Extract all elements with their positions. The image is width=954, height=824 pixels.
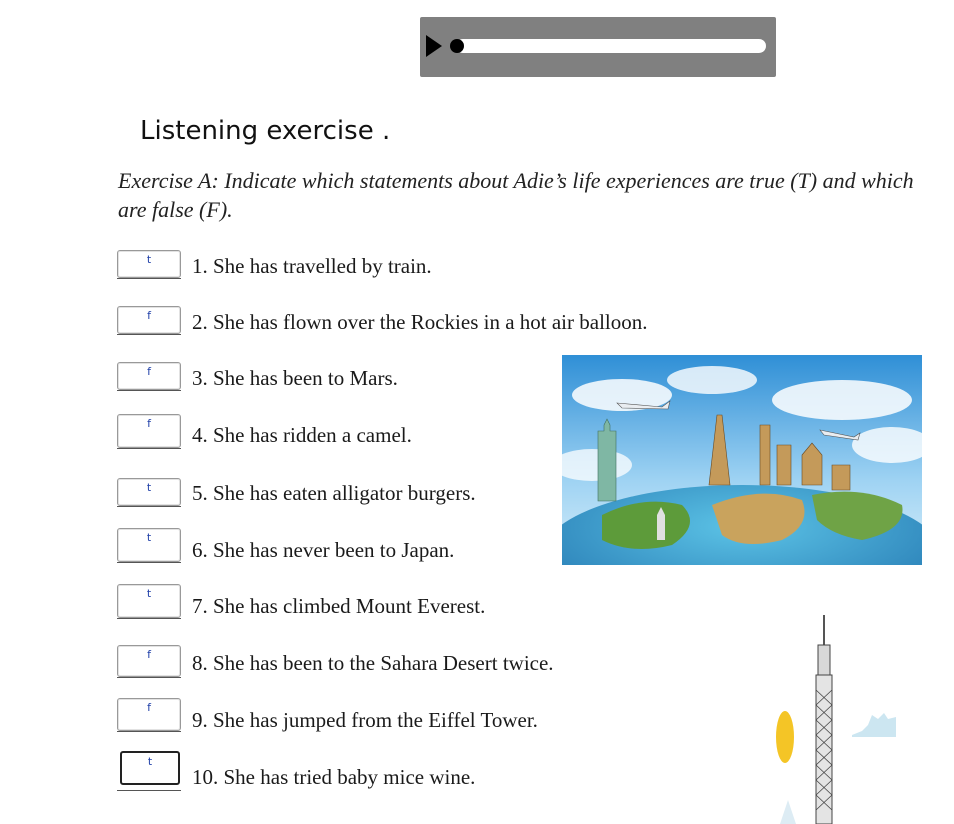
answer-underline <box>117 618 181 619</box>
answer-box[interactable]: f <box>117 698 181 731</box>
answer-underline <box>117 677 181 678</box>
tower-illustration <box>760 615 930 824</box>
statement-1: 1. She has travelled by train. <box>192 254 432 278</box>
answer-box[interactable]: f <box>117 645 181 677</box>
statement-4: 4. She has ridden a camel. <box>192 423 412 447</box>
answer-underline <box>117 562 181 563</box>
answer-underline <box>117 390 181 391</box>
statement-2: 2. She has flown over the Rockies in a h… <box>192 310 648 334</box>
statement-8: 8. She has been to the Sahara Desert twi… <box>192 651 554 675</box>
answer-box[interactable]: t <box>117 584 181 618</box>
answer-underline <box>117 790 181 791</box>
audio-progress-knob[interactable] <box>450 39 464 53</box>
statement-9: 9. She has jumped from the Eiffel Tower. <box>192 708 538 732</box>
answer-box[interactable]: t <box>117 528 181 562</box>
play-icon[interactable] <box>426 35 442 57</box>
answer-box[interactable]: t <box>117 478 181 506</box>
answer-box[interactable]: f <box>117 362 181 390</box>
statement-5: 5. She has eaten alligator burgers. <box>192 481 476 505</box>
audio-progress-track[interactable] <box>456 39 766 53</box>
answer-underline <box>117 731 181 732</box>
tower-image <box>760 615 930 824</box>
answer-box[interactable]: f <box>117 414 181 448</box>
answer-box-active[interactable]: t <box>120 751 180 785</box>
world-landmarks-illustration <box>562 355 922 565</box>
page-title: Listening exercise . <box>140 116 391 146</box>
answer-underline <box>117 334 181 335</box>
exercise-instructions: Exercise A: Indicate which statements ab… <box>118 168 914 222</box>
answer-underline <box>117 448 181 449</box>
answer-box[interactable]: t <box>117 250 181 278</box>
world-landmarks-image <box>562 355 922 565</box>
answer-underline <box>117 506 181 507</box>
audio-player <box>420 17 776 77</box>
answer-box[interactable]: f <box>117 306 181 334</box>
answer-underline <box>117 278 181 279</box>
statement-7: 7. She has climbed Mount Everest. <box>192 594 486 618</box>
statement-6: 6. She has never been to Japan. <box>192 538 455 562</box>
statement-3: 3. She has been to Mars. <box>192 366 398 390</box>
statement-10: 10. She has tried baby mice wine. <box>192 765 476 789</box>
